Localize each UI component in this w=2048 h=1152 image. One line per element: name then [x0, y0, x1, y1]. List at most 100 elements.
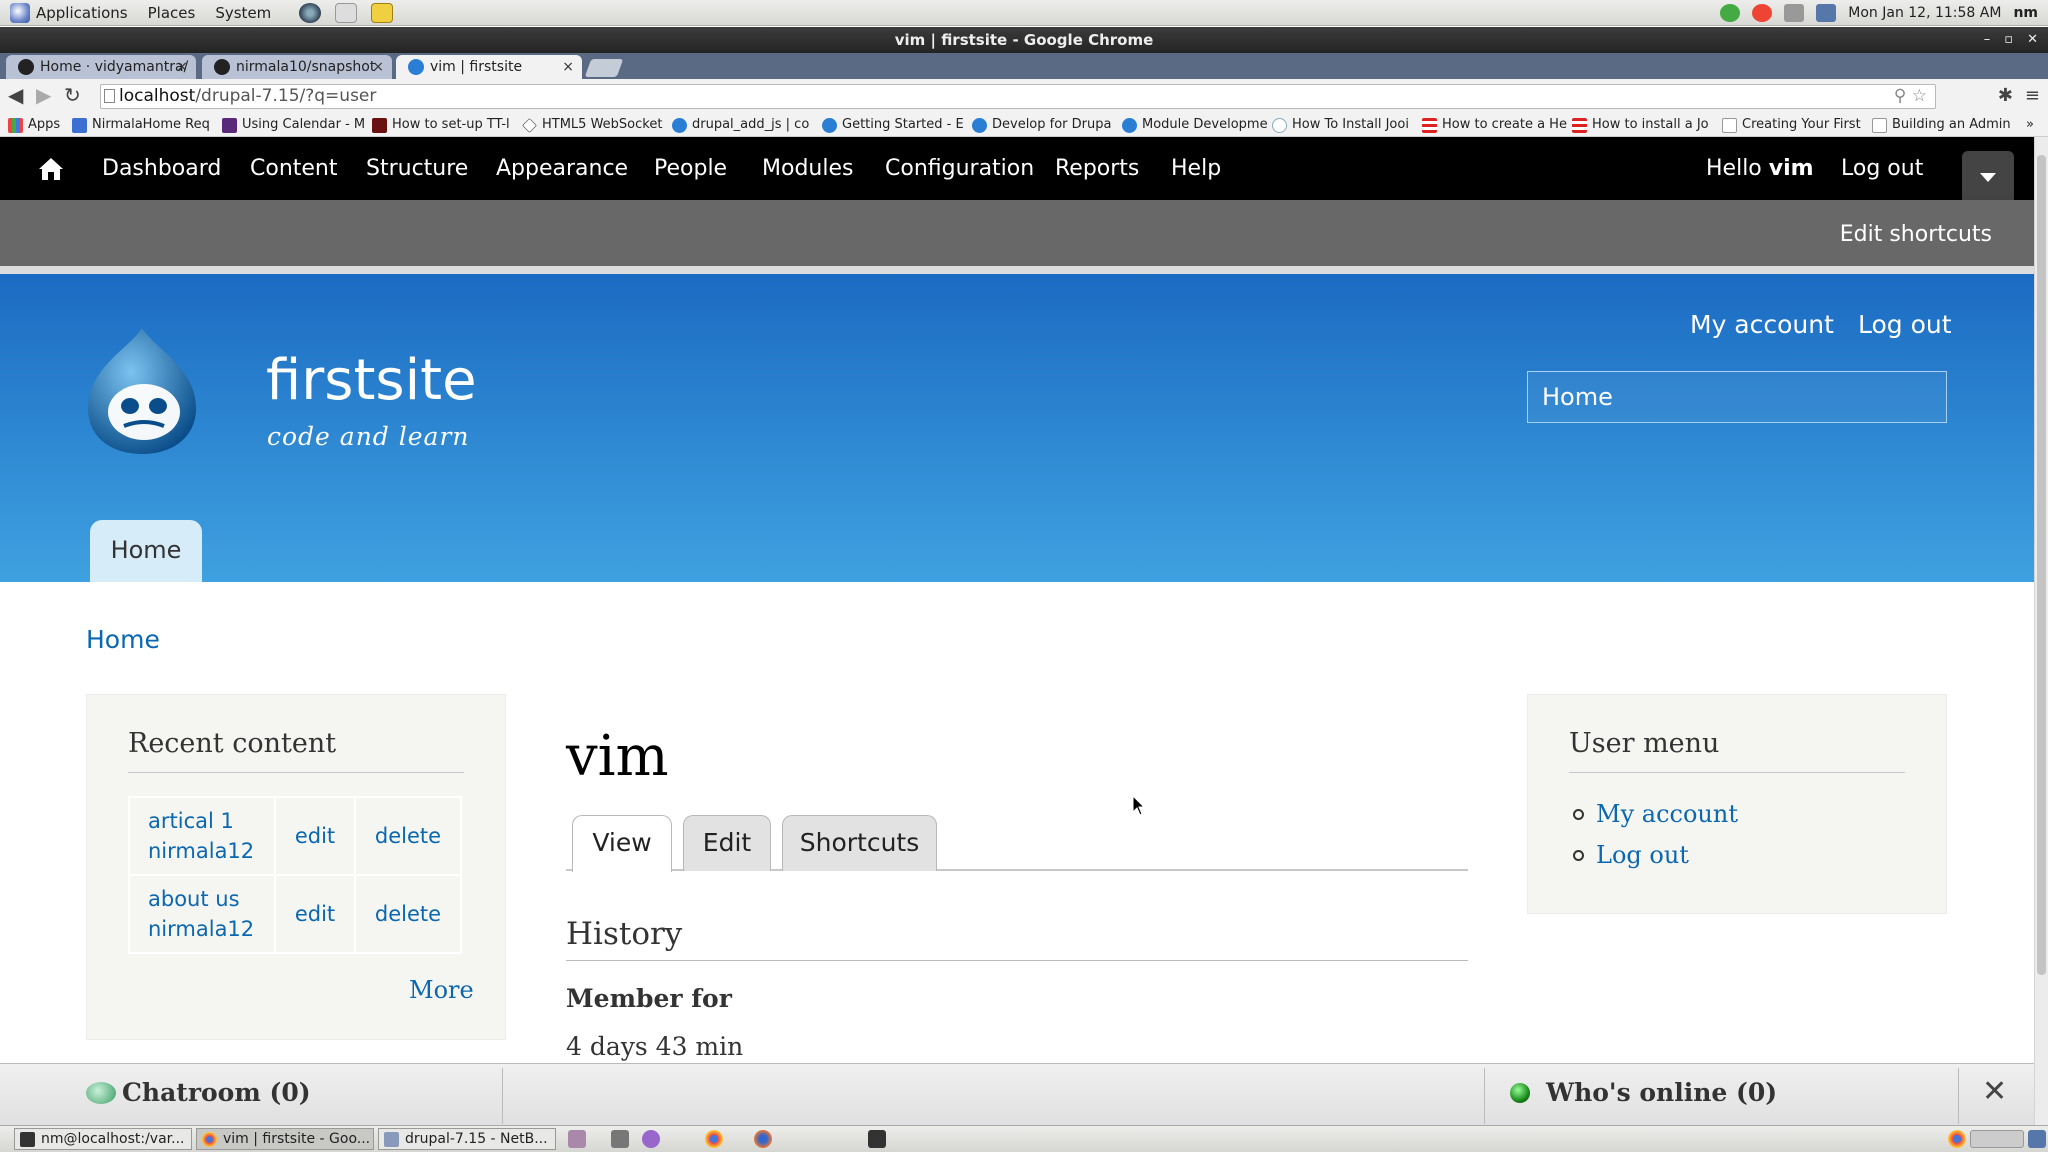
calculator-launcher-icon[interactable]	[611, 1130, 629, 1148]
admin-menu-people[interactable]: People	[654, 156, 727, 182]
whos-online-toggle[interactable]: Who's online (0)	[1510, 1078, 1777, 1107]
home-icon[interactable]	[38, 157, 64, 181]
zoom-icon[interactable]: ⚲	[1894, 86, 1906, 106]
recent-content-author-link[interactable]: nirmala12	[148, 917, 254, 941]
workspace-switcher[interactable]	[1970, 1130, 2024, 1148]
launcher-icon[interactable]	[568, 1130, 586, 1148]
bookmark-item[interactable]: Develop for Drupa	[972, 116, 1111, 134]
maximize-icon[interactable]: ▫	[2004, 27, 2013, 53]
tab-close-icon[interactable]: ×	[562, 55, 574, 79]
admin-menu-dashboard[interactable]: Dashboard	[102, 156, 221, 182]
more-link[interactable]: More	[409, 976, 474, 1004]
tab-vim-firstsite[interactable]: vim | firstsite ×	[396, 55, 582, 79]
secondary-menu-log-out[interactable]: Log out	[1858, 310, 1952, 339]
chrome-launcher-icon[interactable]	[705, 1130, 723, 1148]
recent-content-title-link[interactable]: artical 1	[148, 809, 234, 833]
notes-launcher-icon[interactable]	[371, 2, 394, 23]
chat-close-icon[interactable]: ✕	[1982, 1074, 2007, 1109]
site-name[interactable]: firstsite	[266, 348, 477, 413]
tab-home-vidyamantra[interactable]: Home · vidyamantra/ ×	[6, 55, 196, 79]
clock[interactable]: Mon Jan 12, 11:58 AM	[1848, 5, 2001, 21]
tab-nirmala10-snapshot[interactable]: nirmala10/snapshot ×	[202, 55, 392, 79]
system-menu[interactable]: System	[215, 4, 271, 22]
admin-menu-reports[interactable]: Reports	[1055, 156, 1139, 182]
admin-menu-content[interactable]: Content	[250, 156, 338, 182]
bookmark-item[interactable]: How to install a Jo	[1572, 116, 1709, 134]
mail-launcher-icon[interactable]	[335, 2, 358, 23]
page-scrollbar[interactable]	[2034, 137, 2048, 1125]
breadcrumb[interactable]: Home	[86, 625, 160, 654]
bookmark-item[interactable]: Creating Your First	[1722, 116, 1861, 134]
delete-link[interactable]: delete	[354, 874, 462, 954]
edit-link[interactable]: edit	[274, 796, 356, 876]
recent-content-cell[interactable]: about us nirmala12	[128, 874, 276, 954]
bookmarks-overflow-icon[interactable]: »	[2026, 116, 2034, 134]
tab-close-icon[interactable]: ×	[372, 55, 384, 79]
new-tab-button[interactable]	[584, 59, 624, 77]
recent-content-title-link[interactable]: about us	[148, 887, 240, 911]
edit-link[interactable]: edit	[274, 874, 356, 954]
admin-menu-help[interactable]: Help	[1171, 156, 1221, 182]
minimize-icon[interactable]: –	[1984, 27, 1991, 53]
chrome-tray-icon[interactable]	[1948, 1130, 1966, 1148]
window-close-icon[interactable]: ✕	[2027, 27, 2038, 53]
gnome-foot-icon[interactable]	[10, 2, 30, 23]
panel-user[interactable]: nm	[2013, 5, 2038, 21]
extension-icon[interactable]: ✱	[1998, 85, 2013, 106]
task-chrome[interactable]: vim | firstsite - Goo...	[196, 1128, 374, 1150]
bookmark-item[interactable]: HTML5 WebSocket	[522, 116, 662, 134]
bookmark-star-icon[interactable]: ☆	[1912, 86, 1927, 106]
chatroom-toggle[interactable]: Chatroom (0)	[86, 1078, 311, 1107]
chat-launcher-icon[interactable]	[642, 1130, 660, 1148]
reload-icon[interactable]: ↻	[64, 85, 81, 105]
main-menu-home-tab[interactable]: Home	[90, 520, 202, 582]
places-menu[interactable]: Places	[148, 4, 196, 22]
secondary-menu-my-account[interactable]: My account	[1690, 310, 1834, 339]
bookmark-item[interactable]: Module Developme	[1122, 116, 1268, 134]
scrollbar-thumb[interactable]	[2037, 155, 2046, 975]
bookmark-item[interactable]: Building an Admin	[1872, 116, 2011, 134]
edit-shortcuts-link[interactable]: Edit shortcuts	[1840, 222, 1992, 247]
tab-close-icon[interactable]: ×	[176, 55, 188, 79]
bookmark-item[interactable]: NirmalaHome Req	[72, 116, 210, 134]
admin-menu-structure[interactable]: Structure	[366, 156, 468, 182]
bookmark-item[interactable]: How to set-up TT-l	[372, 116, 510, 134]
forward-icon[interactable]: ▶	[36, 85, 51, 105]
tab-shortcuts[interactable]: Shortcuts	[782, 815, 937, 871]
bookmark-item[interactable]: How To Install Jooi	[1272, 116, 1409, 134]
delete-link[interactable]: delete	[354, 796, 462, 876]
applications-menu[interactable]: Applications	[36, 4, 128, 22]
volume-tray-icon[interactable]	[1784, 4, 1805, 22]
updates-tray-icon[interactable]	[1752, 4, 1773, 22]
network-tray-icon[interactable]	[1720, 4, 1741, 22]
bookmark-item[interactable]: How to create a He	[1422, 116, 1567, 134]
display-tray-icon[interactable]	[1816, 4, 1837, 22]
bookmark-item[interactable]: Getting Started - E	[822, 116, 964, 134]
bookmark-item[interactable]: Using Calendar - M	[222, 116, 365, 134]
user-menu-my-account[interactable]: My account	[1570, 800, 1738, 841]
firefox-launcher-icon[interactable]	[754, 1130, 772, 1148]
terminal-launcher-icon[interactable]	[868, 1130, 886, 1148]
admin-menu-configuration[interactable]: Configuration	[885, 156, 1034, 182]
recent-content-author-link[interactable]: nirmala12	[148, 839, 254, 863]
task-netbeans[interactable]: drupal-7.15 - NetB...	[378, 1128, 556, 1150]
tab-edit[interactable]: Edit	[683, 815, 771, 871]
shortcut-drawer-toggle[interactable]	[1962, 151, 2014, 201]
chrome-menu-icon[interactable]: ≡	[2025, 85, 2040, 106]
show-desktop-icon[interactable]	[2028, 1130, 2046, 1148]
user-menu-log-out[interactable]: Log out	[1570, 841, 1738, 882]
admin-menu-modules[interactable]: Modules	[762, 156, 853, 182]
address-bar[interactable]: localhost/drupal-7.15/?q=user ⚲ ☆	[100, 84, 1936, 109]
admin-menu-appearance[interactable]: Appearance	[496, 156, 628, 182]
drupal-logo[interactable]	[84, 326, 202, 456]
bookmark-apps[interactable]: Apps	[8, 116, 60, 134]
hello-user[interactable]: Hello vim	[1706, 156, 1814, 182]
task-terminal[interactable]: nm@localhost:/var...	[14, 1128, 192, 1150]
recent-content-cell[interactable]: artical 1 nirmala12	[128, 796, 276, 876]
bookmark-item[interactable]: drupal_add_js | co	[672, 116, 809, 134]
tab-view[interactable]: View	[572, 815, 672, 872]
back-icon[interactable]: ◀	[8, 85, 23, 105]
globe-launcher-icon[interactable]	[299, 2, 322, 23]
admin-logout-link[interactable]: Log out	[1841, 156, 1923, 182]
search-input[interactable]: Home	[1527, 371, 1947, 423]
